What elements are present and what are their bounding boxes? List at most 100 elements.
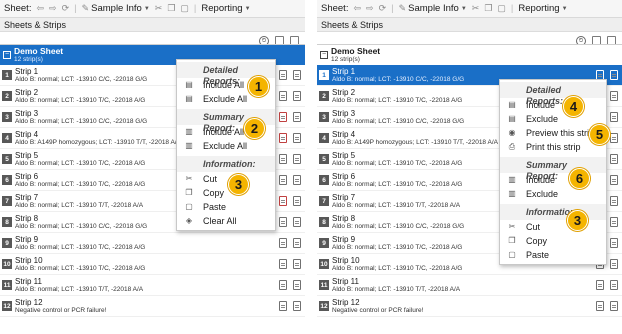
toolbar-divider: | bbox=[74, 3, 77, 14]
detailed-report-icon[interactable] bbox=[293, 91, 301, 101]
forward-arrow-icon[interactable]: ⇨ bbox=[366, 3, 374, 14]
cut-icon[interactable]: ✂ bbox=[155, 3, 163, 14]
copy-icon[interactable]: ❐ bbox=[167, 3, 175, 14]
detailed-report-icon[interactable] bbox=[610, 91, 618, 101]
strip-number: 3 bbox=[319, 112, 329, 122]
detailed-report-icon[interactable] bbox=[610, 112, 618, 122]
summary-report-icon[interactable] bbox=[596, 301, 604, 311]
summary-report-icon[interactable] bbox=[279, 259, 287, 269]
strip-number: 3 bbox=[2, 112, 12, 122]
detailed-report-icon[interactable] bbox=[610, 238, 618, 248]
detailed-report-icon[interactable] bbox=[293, 133, 301, 143]
collapse-icon[interactable]: − bbox=[3, 51, 11, 59]
callout-badge-5: 5 bbox=[589, 124, 610, 145]
summary-report-icon[interactable] bbox=[279, 280, 287, 290]
detailed-report-icon[interactable] bbox=[610, 301, 618, 311]
strip-row[interactable]: 11 Strip 11 Aldo B: normal; LCT: -13910 T/… bbox=[317, 275, 622, 296]
summary-report-icon[interactable] bbox=[279, 154, 287, 164]
strip-row[interactable]: 9 Strip 9 Aldo B: normal; LCT: -13910 T/C,… bbox=[0, 233, 305, 254]
detailed-report-icon[interactable] bbox=[293, 259, 301, 269]
strip-row[interactable]: 11 Strip 11 Aldo B: normal; LCT: -13910 T/… bbox=[0, 275, 305, 296]
strip-description: Negative control or PCR failure! bbox=[332, 306, 424, 314]
detailed-report-icon[interactable] bbox=[293, 154, 301, 164]
strip-icons bbox=[279, 217, 301, 227]
menu-cut[interactable]: ✂ Cut bbox=[500, 220, 606, 234]
detailed-report-icon[interactable] bbox=[610, 196, 618, 206]
strip-icons bbox=[279, 112, 301, 122]
menu-cut[interactable]: ✂ Cut bbox=[177, 172, 275, 186]
menu-paste[interactable]: ▢ Paste bbox=[500, 248, 606, 262]
sample-info-dropdown[interactable]: ✎ Sample Info ▼ bbox=[399, 3, 467, 14]
forward-arrow-icon[interactable]: ⇨ bbox=[49, 3, 57, 14]
detailed-report-icon[interactable] bbox=[293, 112, 301, 122]
detailed-report-icon[interactable] bbox=[610, 217, 618, 227]
menu-include[interactable]: ▤ Include bbox=[500, 98, 606, 112]
summary-report-icon[interactable] bbox=[279, 301, 287, 311]
summary-report-icon[interactable] bbox=[279, 175, 287, 185]
menu-item-label: Include bbox=[526, 175, 556, 185]
menu-exclude-summary[interactable]: ▥ Exclude bbox=[500, 187, 606, 201]
detailed-report-icon[interactable] bbox=[610, 175, 618, 185]
strip-name: Strip 12 bbox=[15, 297, 43, 307]
detailed-report-icon[interactable] bbox=[293, 238, 301, 248]
summary-report-icon[interactable] bbox=[279, 217, 287, 227]
strip-row[interactable]: 10 Strip 10 Aldo B: normal; LCT: -13910 T/… bbox=[0, 254, 305, 275]
menu-print-strip[interactable]: ⎙ Print this strip bbox=[500, 140, 606, 154]
summary-report-icon[interactable] bbox=[279, 112, 287, 122]
menu-exclude-all-summary[interactable]: ▥ Exclude All bbox=[177, 139, 275, 153]
menu-item-label: Exclude bbox=[526, 189, 559, 199]
demo-sheet-header[interactable]: − Demo Sheet 12 strip(s) bbox=[317, 45, 622, 65]
document-icon: ▤ bbox=[185, 80, 193, 89]
menu-copy[interactable]: ❐ Copy bbox=[500, 234, 606, 248]
strip-number: 2 bbox=[319, 91, 329, 101]
menu-item-label: Exclude All bbox=[203, 141, 248, 151]
copy-icon[interactable]: ❐ bbox=[484, 3, 492, 14]
menu-exclude[interactable]: ▤ Exclude bbox=[500, 112, 606, 126]
strip-row[interactable]: 12 Strip 12 Negative control or PCR failur… bbox=[0, 296, 305, 317]
collapse-icon[interactable]: − bbox=[320, 51, 328, 59]
menu-item-label: Paste bbox=[203, 202, 227, 212]
detailed-report-icon[interactable] bbox=[610, 154, 618, 164]
sample-info-label: Sample Info bbox=[408, 3, 459, 14]
detailed-report-icon[interactable] bbox=[293, 301, 301, 311]
cut-icon[interactable]: ✂ bbox=[472, 3, 480, 14]
detailed-report-icon[interactable] bbox=[610, 133, 618, 143]
reporting-dropdown[interactable]: Reporting ▼ bbox=[201, 3, 250, 14]
menu-clear-all[interactable]: ◈ Clear All bbox=[177, 214, 275, 228]
summary-report-icon[interactable] bbox=[279, 70, 287, 80]
sample-info-dropdown[interactable]: ✎ Sample Info ▼ bbox=[82, 3, 150, 14]
summary-report-icon[interactable] bbox=[279, 133, 287, 143]
detailed-report-icon[interactable] bbox=[293, 175, 301, 185]
back-arrow-icon[interactable]: ⇦ bbox=[353, 3, 361, 14]
sample-info-icon: ✎ bbox=[81, 3, 90, 13]
menu-copy[interactable]: ❐ Copy bbox=[177, 186, 275, 200]
document-icon: ▤ bbox=[508, 114, 516, 123]
detailed-report-icon[interactable] bbox=[610, 70, 618, 80]
strip-row[interactable]: 12 Strip 12 Negative control or PCR failur… bbox=[317, 296, 622, 317]
detailed-report-icon[interactable] bbox=[610, 259, 618, 269]
back-arrow-icon[interactable]: ⇦ bbox=[36, 3, 44, 14]
detailed-report-icon[interactable] bbox=[293, 70, 301, 80]
detailed-report-icon[interactable] bbox=[293, 196, 301, 206]
summary-report-icon[interactable] bbox=[279, 91, 287, 101]
cut-icon: ✂ bbox=[508, 222, 516, 231]
menu-paste[interactable]: ▢ Paste bbox=[177, 200, 275, 214]
summary-report-icon[interactable] bbox=[279, 196, 287, 206]
refresh-icon[interactable]: ⟳ bbox=[379, 3, 387, 14]
summary-report-icon[interactable] bbox=[279, 238, 287, 248]
strip-icons bbox=[279, 70, 301, 80]
paste-icon[interactable]: ▢ bbox=[497, 3, 506, 14]
paste-icon[interactable]: ▢ bbox=[180, 3, 189, 14]
context-menu-right: Detailed Reports: ▤ Include ▤ Exclude ◉ Pre… bbox=[499, 79, 607, 265]
reporting-label: Reporting bbox=[201, 3, 243, 14]
detailed-report-icon[interactable] bbox=[610, 280, 618, 290]
detailed-report-icon[interactable] bbox=[293, 217, 301, 227]
refresh-icon[interactable]: ⟳ bbox=[62, 3, 70, 14]
strip-description: Negative control or PCR failure! bbox=[15, 306, 107, 314]
reporting-dropdown[interactable]: Reporting ▼ bbox=[518, 3, 567, 14]
summary-report-icon[interactable] bbox=[596, 280, 604, 290]
detailed-report-icon[interactable] bbox=[293, 280, 301, 290]
strip-name: Strip 1 bbox=[332, 66, 356, 76]
menu-include-summary[interactable]: ▥ Include bbox=[500, 173, 606, 187]
menu-item-label: Include All bbox=[203, 80, 245, 90]
